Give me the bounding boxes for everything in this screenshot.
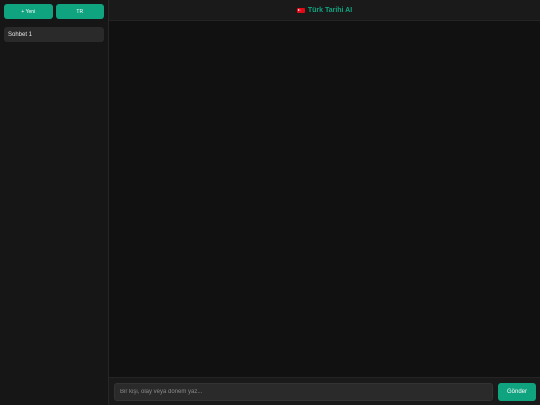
- turkey-flag-icon: [296, 7, 305, 13]
- sidebar-buttons: + Yeni TR: [4, 4, 104, 19]
- send-button[interactable]: Gönder: [498, 382, 536, 401]
- message-input[interactable]: [114, 382, 493, 401]
- sidebar: + Yeni TR Sohbet 1: [0, 0, 109, 405]
- app-window: + Yeni TR Sohbet 1 Türk Tarihi AI Gönder: [0, 0, 540, 405]
- language-button[interactable]: TR: [55, 4, 104, 19]
- new-chat-button[interactable]: + Yeni: [4, 4, 53, 19]
- message-area[interactable]: [109, 21, 540, 377]
- chat-list: Sohbet 1: [4, 27, 104, 42]
- page-title: Türk Tarihi AI: [307, 6, 353, 14]
- composer: Gönder: [109, 377, 540, 405]
- header: Türk Tarihi AI: [109, 0, 540, 21]
- chat-item-sohbet-1[interactable]: Sohbet 1: [4, 27, 104, 42]
- main-panel: Türk Tarihi AI Gönder: [109, 0, 540, 405]
